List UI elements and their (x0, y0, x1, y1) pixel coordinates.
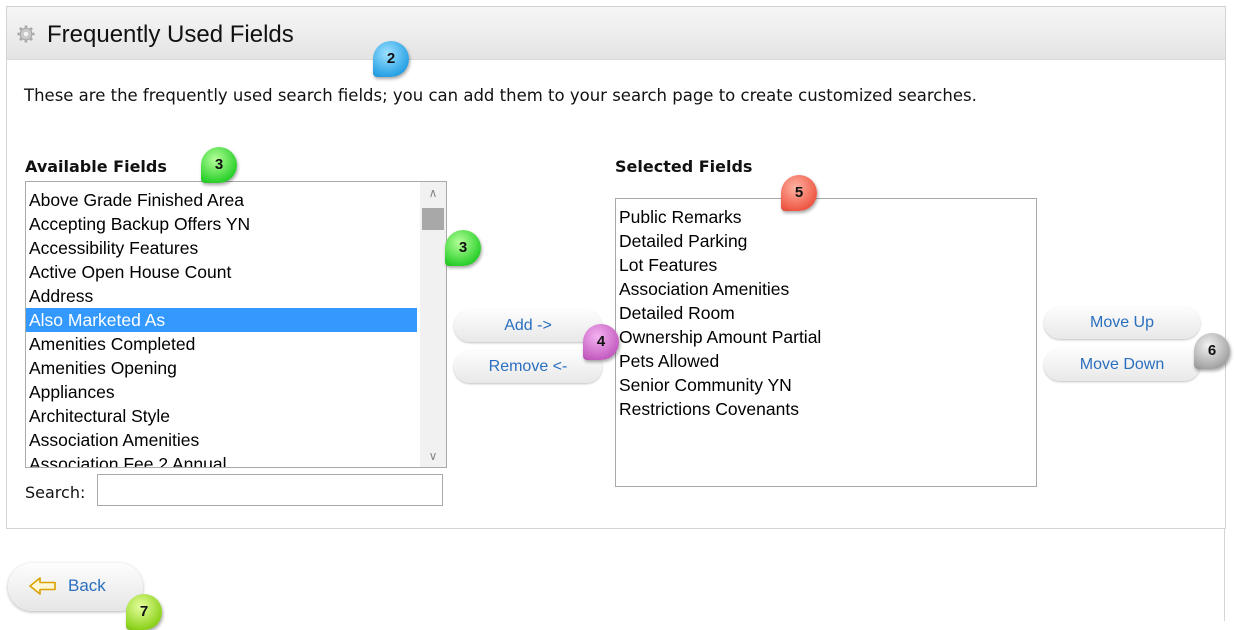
list-item[interactable]: Amenities Completed (26, 332, 417, 356)
list-item[interactable]: Active Open House Count (26, 260, 417, 284)
selected-fields-list[interactable]: Public Remarks Detailed Parking Lot Feat… (615, 198, 1037, 487)
gear-icon (17, 25, 35, 43)
list-item[interactable]: Above Grade Finished Area (26, 188, 417, 212)
available-fields-label: Available Fields (25, 157, 167, 176)
divider (1224, 528, 1225, 621)
panel-header: Frequently Used Fields (7, 6, 1225, 60)
list-item[interactable]: Senior Community YN (616, 373, 821, 397)
add-button[interactable]: Add -> (454, 310, 602, 342)
list-item[interactable]: Association Fee 2 Annual (26, 452, 417, 467)
list-item[interactable]: Address (26, 284, 417, 308)
list-item[interactable]: Detailed Room (616, 301, 821, 325)
list-item[interactable]: Amenities Opening (26, 356, 417, 380)
callout-badge: 3 (445, 230, 481, 266)
list-item[interactable]: Restrictions Covenants (616, 397, 821, 421)
list-item[interactable]: Pets Allowed (616, 349, 821, 373)
list-item[interactable]: Association Amenities (26, 428, 417, 452)
callout-badge: 6 (1194, 333, 1230, 369)
list-item[interactable]: Lot Features (616, 253, 821, 277)
move-down-button[interactable]: Move Down (1044, 349, 1200, 381)
back-label: Back (68, 576, 106, 595)
list-item-selected[interactable]: Also Marketed As (26, 308, 417, 332)
callout-badge: 4 (583, 324, 619, 360)
list-item[interactable]: Ownership Amount Partial (616, 325, 821, 349)
list-item[interactable]: Association Amenities (616, 277, 821, 301)
chevron-down-icon[interactable]: ∨ (420, 445, 446, 467)
available-fields-list[interactable]: Above Grade Finished Area Accepting Back… (25, 181, 447, 468)
arrow-left-icon (29, 577, 56, 595)
list-item[interactable]: Appliances (26, 380, 417, 404)
list-item[interactable]: Accepting Backup Offers YN (26, 212, 417, 236)
frequently-used-fields-panel: Frequently Used Fields These are the fre… (6, 6, 1226, 529)
search-label: Search: (25, 483, 86, 502)
remove-button[interactable]: Remove <- (454, 351, 602, 383)
list-item[interactable]: Accessibility Features (26, 236, 417, 260)
callout-badge: 5 (781, 175, 817, 211)
available-list-scrollbar[interactable]: ∧ ∨ (420, 182, 446, 467)
search-input[interactable] (97, 474, 443, 506)
list-item[interactable]: Detailed Parking (616, 229, 821, 253)
description-text: These are the frequently used search fie… (24, 86, 977, 105)
callout-badge: 3 (201, 147, 237, 183)
back-button[interactable]: Back (8, 563, 143, 611)
callout-badge: 7 (126, 594, 162, 630)
callout-badge: 2 (373, 41, 409, 77)
chevron-up-icon[interactable]: ∧ (420, 182, 446, 204)
selected-fields-label: Selected Fields (615, 157, 753, 176)
move-up-button[interactable]: Move Up (1044, 307, 1200, 339)
scrollbar-thumb[interactable] (422, 208, 444, 230)
list-item[interactable]: Architectural Style (26, 404, 417, 428)
page-title: Frequently Used Fields (47, 21, 294, 48)
